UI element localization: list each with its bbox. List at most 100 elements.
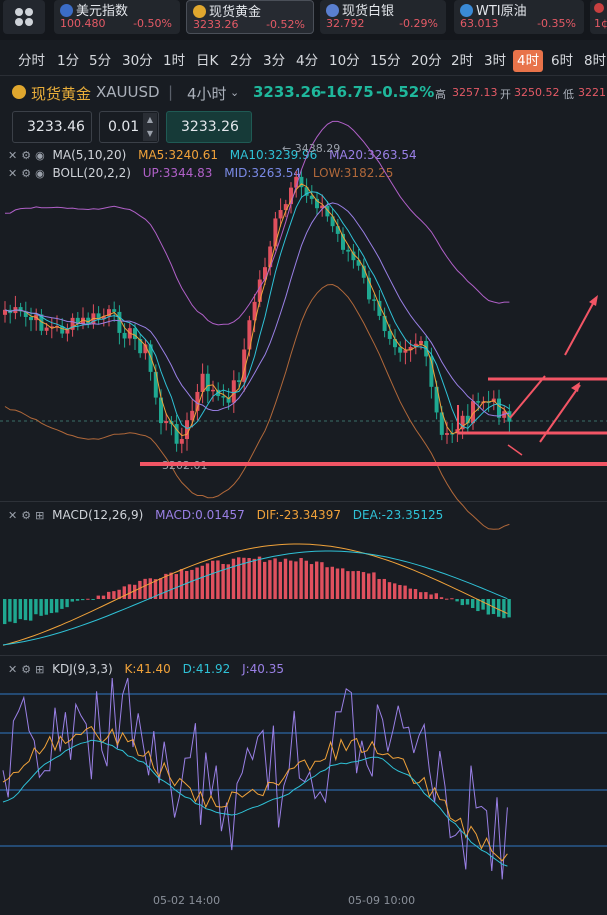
macd-bar	[179, 569, 184, 599]
macd-bar	[39, 599, 43, 616]
macd-bar	[460, 599, 464, 606]
macd-bar	[138, 580, 142, 599]
candle-body	[445, 433, 449, 435]
macd-bar	[465, 599, 470, 605]
boll-upper-line	[4, 120, 510, 326]
candle-body	[164, 421, 169, 424]
macd-bar	[112, 591, 116, 599]
macd-bar	[247, 558, 251, 599]
macd-bar	[44, 599, 48, 615]
macd-bar	[75, 599, 80, 601]
candle-body	[29, 316, 33, 321]
candle-body	[257, 279, 262, 302]
macd-bar	[169, 572, 173, 599]
macd-bar	[497, 599, 501, 617]
macd-bar	[481, 599, 485, 610]
macd-bar	[325, 567, 329, 599]
candle-body	[398, 347, 403, 353]
macd-bar	[372, 572, 376, 599]
macd-bar	[283, 558, 288, 599]
macd-bar	[387, 582, 392, 599]
trading-app: 美元指数 100.480 -0.50% 现货黄金 3233.26 -0.52% …	[0, 0, 607, 915]
macd-bar	[268, 560, 272, 599]
candle-body	[153, 371, 158, 398]
macd-bar	[164, 573, 168, 599]
candle-body	[179, 439, 184, 444]
candle-body	[237, 380, 241, 382]
macd-bar	[23, 599, 28, 621]
macd-bar	[252, 558, 256, 599]
candle-body	[133, 328, 137, 339]
annotation-stroke	[507, 444, 523, 456]
macd-bar	[148, 578, 152, 599]
macd-bar	[200, 565, 204, 599]
candle-body	[221, 396, 226, 398]
macd-bar	[86, 598, 90, 600]
macd-bar	[320, 562, 324, 599]
macd-bar	[257, 556, 262, 599]
candle-body	[278, 210, 283, 219]
macd-bar	[195, 567, 199, 599]
macd-bar	[356, 570, 360, 599]
macd-bar	[159, 578, 163, 599]
macd-bar	[434, 593, 438, 599]
macd-bar	[34, 599, 38, 615]
date-label: 05-02 14:00	[153, 894, 221, 907]
arrowhead-icon	[589, 295, 598, 306]
macd-bar	[96, 595, 100, 599]
candle-body	[200, 373, 205, 392]
macd-bar	[351, 571, 355, 599]
candle-body	[476, 401, 481, 403]
macd-bar	[133, 584, 137, 599]
macd-bar	[419, 592, 423, 599]
macd-bar	[143, 578, 147, 599]
macd-bar	[289, 560, 293, 599]
macd-bar	[330, 566, 334, 599]
candle-body	[117, 311, 122, 333]
macd-bar	[315, 561, 319, 599]
macd-bar	[55, 599, 59, 613]
macd-bar	[377, 579, 381, 599]
macd-bar	[101, 595, 106, 599]
candle-body	[112, 309, 117, 312]
macd-bar	[273, 558, 277, 599]
macd-bar	[398, 585, 402, 599]
macd-bar	[278, 561, 282, 599]
macd-bar	[367, 573, 371, 599]
macd-bar	[294, 561, 298, 599]
macd-bar	[29, 599, 33, 621]
macd-bar	[408, 588, 412, 599]
candle-body	[205, 373, 210, 392]
macd-bar	[346, 571, 350, 599]
macd-bar	[486, 599, 490, 615]
candle-body	[185, 420, 189, 440]
macd-bar	[476, 599, 480, 612]
candle-body	[403, 350, 408, 353]
macd-bar	[455, 599, 459, 602]
macd-bar	[3, 599, 7, 625]
macd-bar	[471, 599, 475, 609]
macd-bar	[205, 563, 210, 599]
high-price-label: ← 3438.29	[282, 142, 340, 155]
macd-bar	[507, 599, 511, 618]
macd-bar	[309, 564, 314, 599]
macd-bar	[439, 597, 444, 599]
macd-bar	[413, 589, 418, 599]
macd-bar	[122, 586, 126, 599]
candle-body	[65, 329, 70, 334]
candle-body	[372, 299, 377, 301]
trend-arrow	[509, 375, 546, 419]
macd-bar	[450, 598, 454, 600]
macd-bar	[65, 599, 69, 608]
macd-bar	[445, 598, 449, 600]
macd-bar	[8, 599, 12, 622]
macd-bar	[81, 599, 85, 601]
macd-bar	[429, 594, 433, 599]
macd-bar	[13, 599, 17, 624]
macd-bar	[18, 599, 22, 620]
macd-bar	[91, 599, 95, 600]
macd-bar	[70, 599, 74, 602]
price-chart[interactable]: ← 3438.293202.01	[0, 0, 607, 915]
j-line	[2, 677, 508, 880]
macd-bar	[393, 583, 397, 599]
